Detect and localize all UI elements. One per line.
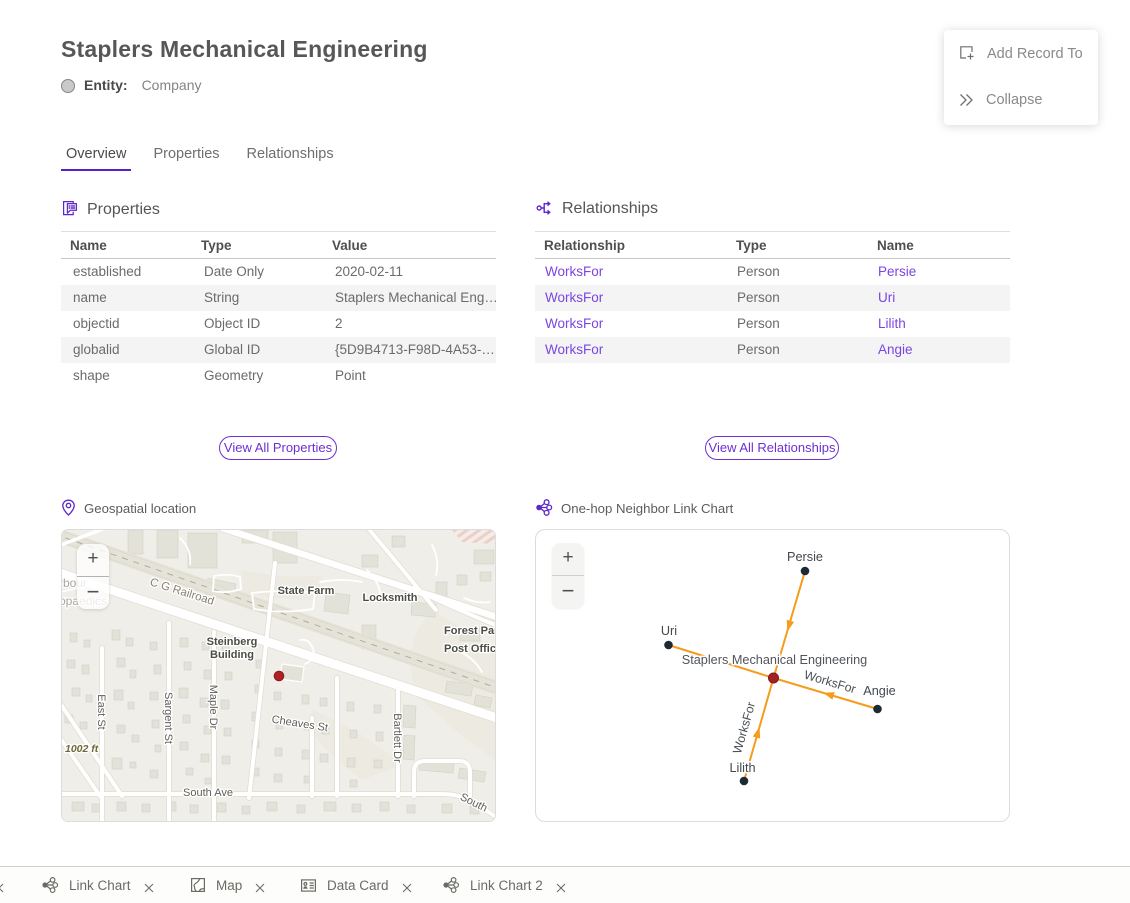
svg-text:Lilith: Lilith — [729, 761, 755, 775]
svg-text:Forest Par: Forest Par — [444, 625, 495, 637]
svg-text:State Farm: State Farm — [278, 585, 335, 597]
svg-text:Uri: Uri — [661, 624, 677, 638]
svg-text:Bartlett Dr: Bartlett Dr — [391, 713, 403, 763]
svg-text:Staplers Mechanical Engineerin: Staplers Mechanical Engineering — [682, 653, 868, 667]
svg-text:Sargent St: Sargent St — [162, 692, 174, 744]
svg-text:Locksmith: Locksmith — [362, 592, 417, 604]
svg-text:1002 ft: 1002 ft — [65, 743, 99, 755]
svg-text:South Ave: South Ave — [183, 787, 233, 799]
svg-text:WorksFor: WorksFor — [803, 668, 858, 696]
svg-text:East St: East St — [95, 694, 107, 729]
svg-text:Steinberg: Steinberg — [207, 636, 258, 648]
svg-text:Post Offic: Post Offic — [444, 643, 495, 655]
svg-text:Angie: Angie — [863, 684, 895, 698]
svg-text:Maple Dr: Maple Dr — [207, 685, 219, 730]
svg-text:Persie: Persie — [787, 550, 823, 564]
svg-text:Building: Building — [210, 649, 254, 661]
